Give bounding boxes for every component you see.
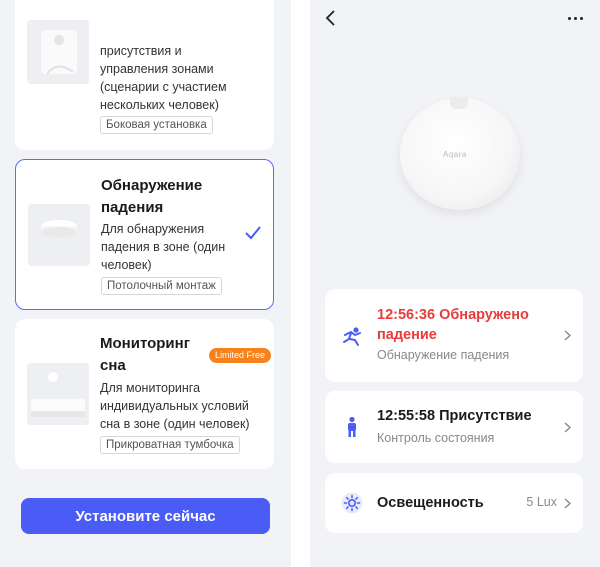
sun-icon: [341, 492, 363, 514]
device-image-tab: [450, 97, 468, 109]
device-side-mount-image: [27, 20, 89, 84]
chevron-left-icon: [325, 10, 335, 26]
mode-description: присутствия и управления зонами (сценари…: [100, 44, 227, 112]
mount-tag: Прикроватная тумбочка: [100, 436, 240, 454]
mode-card-sleep-monitoring[interactable]: Мониторинг сна Limited Free Для монитори…: [15, 319, 274, 469]
more-options-button[interactable]: [565, 8, 585, 28]
chevron-right-icon: [564, 498, 571, 509]
illuminance-value: 5 Lux: [526, 495, 557, 509]
event-subtitle: Обнаружение падения: [377, 348, 510, 362]
mount-tag: Боковая установка: [100, 116, 213, 134]
install-now-button[interactable]: Установите сейчас: [21, 498, 270, 534]
mode-description: Для обнаружения падения в зоне (один чел…: [101, 222, 226, 272]
fall-person-icon: [343, 327, 361, 346]
device-logo-text: Aqara: [443, 150, 467, 159]
event-title: 12:55:58 Присутствие: [377, 408, 532, 424]
mount-tag: Потолочный монтаж: [101, 277, 222, 295]
device-bedside-image: [27, 363, 89, 425]
mode-title: Мониторинг сна: [100, 335, 190, 374]
limited-free-badge: Limited Free: [209, 348, 272, 363]
mode-description: Для мониторинга индивидуальных условий с…: [100, 381, 250, 431]
device-ceiling-mount-image: [28, 204, 90, 266]
event-presence[interactable]: 12:55:58 Присутствие Контроль состояния: [325, 391, 583, 463]
back-button[interactable]: [320, 7, 342, 29]
event-fall-detected[interactable]: 12:56:36 Обнаружено падение Обнаружение …: [325, 289, 583, 382]
illuminance-label: Освещенность: [377, 495, 484, 511]
device-detail-screen: Aqara 12:56:36 Обнаружено падение Обнару…: [310, 0, 600, 567]
checkmark-icon: [245, 226, 261, 240]
mode-title: Обнаружение падения: [101, 177, 203, 216]
illuminance-row[interactable]: Освещенность 5 Lux: [325, 473, 583, 533]
more-dot: [567, 16, 571, 20]
mode-card-fall-detection[interactable]: Обнаружение падения Для обнаружения паде…: [15, 159, 274, 310]
person-standing-icon: [348, 416, 356, 437]
chevron-right-icon: [564, 330, 571, 341]
panel-divider: [291, 0, 310, 567]
event-subtitle: Контроль состояния: [377, 431, 495, 445]
more-dot: [579, 16, 583, 20]
mode-card-presence[interactable]: присутствия и управления зонами (сценари…: [15, 0, 274, 150]
mode-selection-screen: присутствия и управления зонами (сценари…: [0, 0, 291, 567]
chevron-right-icon: [564, 422, 571, 433]
more-dot: [573, 16, 577, 20]
event-title: 12:56:36 Обнаружено падение: [377, 307, 529, 343]
